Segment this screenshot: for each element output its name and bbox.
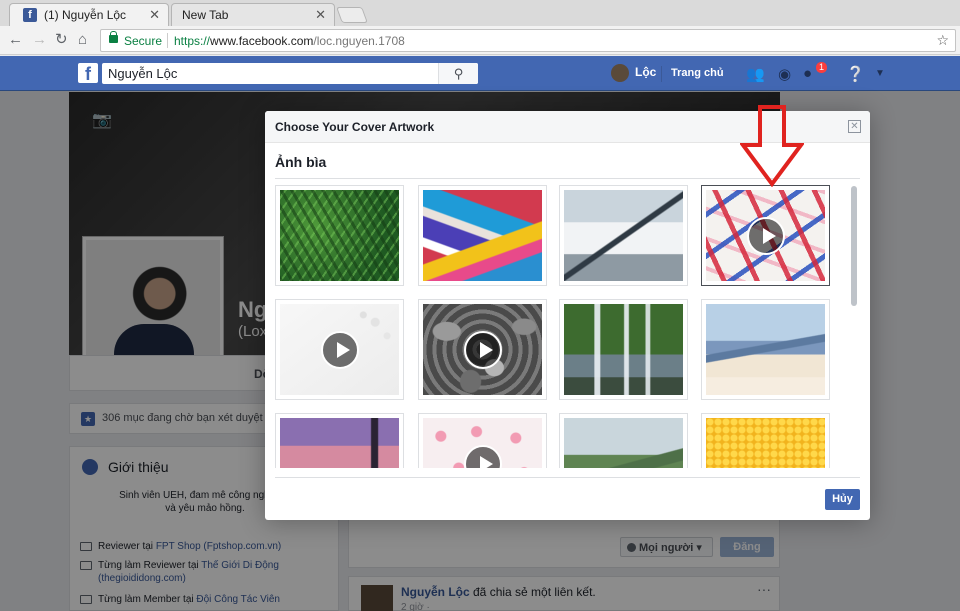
yellow-pattern-image: [706, 418, 825, 468]
notifications-icon[interactable]: ●: [803, 65, 812, 82]
pebbles-image: [423, 304, 542, 395]
artwork-thumb-mountain[interactable]: [559, 185, 688, 286]
search-icon[interactable]: ⚲: [438, 63, 478, 84]
reload-icon[interactable]: ↻: [55, 31, 68, 49]
close-icon[interactable]: ✕: [848, 120, 861, 133]
browser-tab-facebook[interactable]: f (1) Nguyễn Lộc ✕: [9, 3, 169, 26]
forward-arrow-icon[interactable]: →: [32, 31, 47, 49]
play-icon: [746, 216, 785, 255]
artwork-thumb-ribbons[interactable]: [701, 185, 830, 286]
artwork-thumb-waterfall[interactable]: [559, 299, 688, 400]
artwork-thumb-fern[interactable]: [275, 185, 404, 286]
profile-shortcut[interactable]: Lộc: [611, 64, 656, 82]
pink-hearts-image: [423, 418, 542, 468]
misty-mountains-image: [706, 304, 825, 395]
dialog-title: Choose Your Cover Artwork: [275, 120, 435, 134]
header-divider: [661, 66, 662, 82]
home-icon[interactable]: ⌂: [78, 31, 87, 49]
browser-tab-title: (1) Nguyễn Lộc: [44, 8, 127, 22]
artwork-thumb-valley[interactable]: [559, 413, 688, 468]
messenger-icon[interactable]: ◉: [778, 65, 791, 83]
artwork-thumb-paint[interactable]: [418, 185, 547, 286]
home-link[interactable]: Trang chủ: [671, 67, 724, 79]
artwork-thumb-lighthouse[interactable]: [275, 413, 404, 468]
address-bar: ← → ↻ ⌂ Secure https://www.facebook.com/…: [0, 26, 960, 55]
artwork-thumb-pebbles[interactable]: [418, 299, 547, 400]
omnibox-divider: [167, 33, 168, 48]
close-tab-icon[interactable]: ✕: [149, 7, 160, 23]
divider: [275, 477, 860, 478]
crossed-ribbons-image: [706, 190, 825, 281]
paint-strokes-image: [423, 190, 542, 281]
snowy-mountain-image: [564, 190, 683, 281]
lock-icon: [109, 31, 118, 43]
green-valley-image: [564, 418, 683, 468]
friend-requests-icon[interactable]: 👥: [746, 65, 765, 83]
white-bubbles-image: [280, 304, 399, 395]
artwork-grid: [275, 185, 850, 468]
waterfall-image: [564, 304, 683, 395]
close-tab-icon[interactable]: ✕: [315, 7, 326, 23]
bookmark-star-icon[interactable]: ☆: [936, 32, 949, 49]
scrollbar[interactable]: [851, 186, 857, 306]
notification-badge: 1: [815, 61, 829, 74]
facebook-favicon-icon: f: [23, 8, 37, 22]
browser-tab-title: New Tab: [182, 8, 229, 22]
fern-leaves-image: [280, 190, 399, 281]
section-title: Ảnh bìa: [275, 154, 327, 170]
annotation-arrow-icon: [740, 105, 804, 187]
cancel-button[interactable]: Hủy: [825, 489, 860, 510]
secure-label: Secure: [124, 34, 163, 48]
artwork-thumb-hearts[interactable]: [418, 413, 547, 468]
facebook-logo-icon[interactable]: f: [78, 63, 98, 84]
browser-tab-bar: f (1) Nguyễn Lộc ✕ New Tab ✕: [0, 0, 960, 26]
play-icon: [320, 330, 359, 369]
browser-tab-new[interactable]: New Tab ✕: [171, 3, 335, 26]
new-tab-button[interactable]: [336, 7, 368, 23]
chevron-down-icon[interactable]: ▼: [875, 68, 885, 79]
artwork-thumb-bubbles[interactable]: [275, 299, 404, 400]
search-input[interactable]: [102, 63, 432, 84]
facebook-header: f ⚲ Lộc Trang chủ 👥 ◉ ● 1 ❔ ▼: [0, 56, 960, 91]
play-icon: [463, 330, 502, 369]
avatar: [611, 64, 629, 82]
help-icon[interactable]: ❔: [846, 65, 865, 83]
search-box: ⚲: [102, 63, 478, 84]
lighthouse-sunset-image: [280, 418, 399, 468]
back-arrow-icon[interactable]: ←: [8, 31, 23, 49]
artwork-thumb-misty[interactable]: [701, 299, 830, 400]
play-icon: [463, 444, 502, 468]
url-input[interactable]: Secure https://www.facebook.com/loc.nguy…: [100, 29, 956, 52]
artwork-thumb-yellow[interactable]: [701, 413, 830, 468]
url-text: https://www.facebook.com/loc.nguyen.1708: [174, 34, 405, 48]
